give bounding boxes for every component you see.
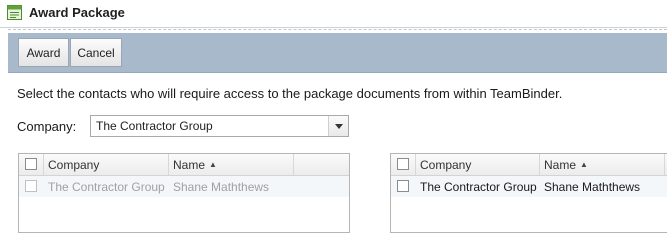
sort-ascending-icon: ▲ — [580, 160, 588, 169]
sort-ascending-icon: ▲ — [209, 160, 217, 169]
column-header-company[interactable]: Company — [416, 154, 540, 175]
table-row[interactable]: The Contractor Group Shane Maththews — [19, 176, 349, 197]
select-all-checkbox[interactable] — [25, 158, 37, 170]
company-filter-label: Company: — [17, 119, 77, 134]
grid-header: Company Name ▲ — [19, 154, 349, 176]
cancel-button[interactable]: Cancel — [70, 38, 122, 67]
table-row[interactable]: The Contractor Group Shane Maththews — [391, 176, 667, 197]
column-header-name[interactable]: Name ▲ — [540, 154, 665, 175]
award-button[interactable]: Award — [18, 38, 69, 67]
select-all-cell — [19, 154, 44, 175]
row-company: The Contractor Group — [48, 179, 165, 194]
dialog-title: Award Package — [29, 5, 125, 20]
company-select[interactable]: The Contractor Group — [90, 115, 349, 137]
column-header-name-label: Name — [173, 157, 206, 172]
form-icon — [7, 5, 22, 20]
available-contacts-grid: Company Name ▲ The Contractor Group Shan… — [18, 153, 350, 233]
dropdown-arrow-icon[interactable] — [328, 116, 348, 136]
row-checkbox[interactable] — [25, 180, 37, 192]
instructions-text: Select the contacts who will require acc… — [17, 86, 563, 101]
row-name: Shane Maththews — [544, 179, 641, 194]
select-all-checkbox[interactable] — [397, 158, 409, 170]
select-all-cell — [391, 154, 416, 175]
company-select-value: The Contractor Group — [96, 119, 213, 133]
column-header-name[interactable]: Name ▲ — [169, 154, 294, 175]
dialog-titlebar: Award Package — [0, 0, 667, 28]
column-header-name-label: Name — [544, 157, 577, 172]
column-header-company[interactable]: Company — [44, 154, 169, 175]
title-divider — [8, 29, 667, 30]
row-name: Shane Maththews — [173, 179, 270, 194]
row-checkbox[interactable] — [397, 180, 409, 192]
row-company: The Contractor Group — [420, 179, 537, 194]
dialog-toolbar: Award Cancel — [8, 33, 667, 73]
selected-contacts-grid: Company Name ▲ The Contractor Group Shan… — [390, 153, 667, 233]
grid-header: Company Name ▲ — [391, 154, 667, 176]
